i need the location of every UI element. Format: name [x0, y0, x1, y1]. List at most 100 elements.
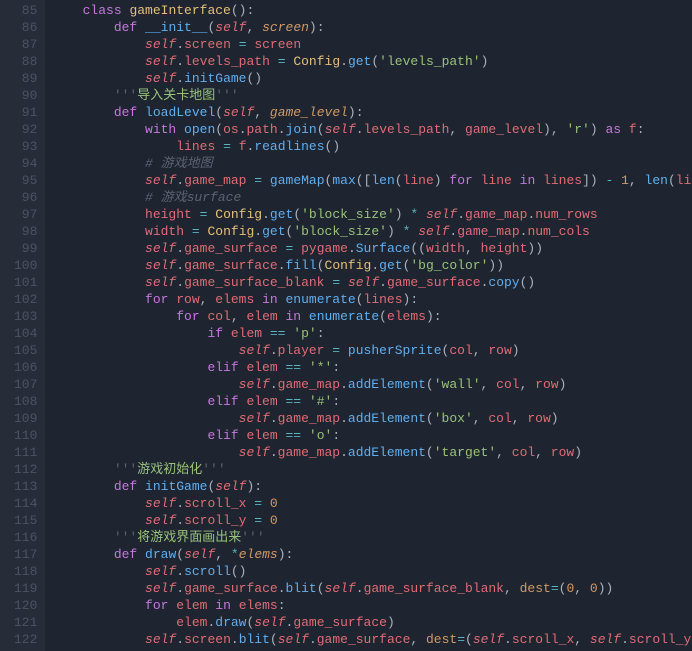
token-pn — [262, 326, 270, 341]
code-line[interactable]: def __init__(self, screen): — [51, 19, 692, 36]
line-number: 119 — [14, 580, 37, 597]
token-var: elems — [239, 598, 278, 613]
token-fn: copy — [488, 275, 519, 290]
token-var: col — [512, 445, 535, 460]
token-pn: . — [176, 564, 184, 579]
token-plain — [51, 377, 238, 392]
token-var: elem — [176, 615, 207, 630]
token-fn: addElement — [348, 411, 426, 426]
code-line[interactable]: self.screen.blit(self.game_surface, dest… — [51, 631, 692, 648]
line-number: 112 — [14, 461, 37, 478]
token-var: game_surface_blank — [364, 581, 504, 596]
token-pn: , — [254, 105, 270, 120]
token-pn — [301, 394, 309, 409]
token-plain — [51, 564, 145, 579]
code-line[interactable]: self.game_surface_blank = self.game_surf… — [51, 274, 692, 291]
code-line[interactable]: for elem in elems: — [51, 597, 692, 614]
code-line[interactable]: with open(os.path.join(self.levels_path,… — [51, 121, 692, 138]
code-line[interactable]: for row, elems in enumerate(lines): — [51, 291, 692, 308]
code-line[interactable]: self.game_map.addElement('wall', col, ro… — [51, 376, 692, 393]
code-area[interactable]: class gameInterface(): def __init__(self… — [45, 0, 692, 651]
token-pn: . — [239, 122, 247, 137]
code-line[interactable]: def initGame(self): — [51, 478, 692, 495]
token-kw: elif — [207, 428, 246, 443]
code-editor[interactable]: 8586878889909192939495969798991001011021… — [0, 0, 692, 651]
token-pn: : — [278, 598, 286, 613]
token-pn: . — [176, 241, 184, 256]
token-op: * — [410, 207, 418, 222]
token-plain — [51, 326, 207, 341]
code-line[interactable]: self.levels_path = Config.get('levels_pa… — [51, 53, 692, 70]
line-number: 92 — [14, 121, 37, 138]
code-line[interactable]: self.scroll_y = 0 — [51, 512, 692, 529]
token-pn: . — [270, 445, 278, 460]
code-line[interactable]: self.game_surface.blit(self.game_surface… — [51, 580, 692, 597]
code-line[interactable]: self.scroll() — [51, 563, 692, 580]
token-var: col — [496, 377, 519, 392]
code-line[interactable]: self.game_map.addElement('target', col, … — [51, 444, 692, 461]
token-pn: . — [262, 207, 270, 222]
token-var: row — [488, 343, 511, 358]
code-line[interactable]: '''导入关卡地图''' — [51, 87, 692, 104]
code-line[interactable]: elif elem == 'o': — [51, 427, 692, 444]
code-line[interactable]: self.game_surface.fill(Config.get('bg_co… — [51, 257, 692, 274]
line-number: 120 — [14, 597, 37, 614]
token-fn: fill — [286, 258, 317, 273]
token-pn — [192, 207, 200, 222]
code-line[interactable]: if elem == 'p': — [51, 325, 692, 342]
token-var: game_surface — [317, 632, 411, 647]
token-plain — [51, 105, 113, 120]
code-line[interactable]: # 游戏地图 — [51, 155, 692, 172]
code-line[interactable]: def draw(self, *elems): — [51, 546, 692, 563]
token-self: self — [145, 173, 176, 188]
line-number: 117 — [14, 546, 37, 563]
line-number: 102 — [14, 291, 37, 308]
token-var: screen — [254, 37, 301, 52]
line-number: 101 — [14, 274, 37, 291]
code-line[interactable]: class gameInterface(): — [51, 2, 692, 19]
token-pn: . — [356, 581, 364, 596]
code-line[interactable]: for col, elem in enumerate(elems): — [51, 308, 692, 325]
token-pn: . — [176, 54, 184, 69]
token-pn: (( — [410, 241, 426, 256]
code-line[interactable]: self.scroll_x = 0 — [51, 495, 692, 512]
token-var: lines — [364, 292, 403, 307]
token-op: = — [254, 513, 262, 528]
code-line[interactable]: '''将游戏界面画出来''' — [51, 529, 692, 546]
token-pn — [278, 309, 286, 324]
token-pn: ) — [559, 377, 567, 392]
code-line[interactable]: # 游戏surface — [51, 189, 692, 206]
code-line[interactable]: elif elem == '#': — [51, 393, 692, 410]
token-var: scroll_y — [629, 632, 691, 647]
token-pn — [340, 275, 348, 290]
token-pn: ( — [215, 122, 223, 137]
token-plain — [51, 615, 176, 630]
code-line[interactable]: '''游戏初始化''' — [51, 461, 692, 478]
token-pn: , — [574, 632, 590, 647]
code-line[interactable]: elif elem == '*': — [51, 359, 692, 376]
code-line[interactable]: self.screen = screen — [51, 36, 692, 53]
code-line[interactable]: width = Config.get('block_size') * self.… — [51, 223, 692, 240]
token-var: col — [449, 343, 472, 358]
token-param: game_level — [270, 105, 348, 120]
code-line[interactable]: self.game_map = gameMap(max([len(line) f… — [51, 172, 692, 189]
token-docq: ''' — [202, 462, 225, 477]
token-kw: if — [207, 326, 230, 341]
token-plain — [51, 462, 113, 477]
code-line[interactable]: lines = f.readlines() — [51, 138, 692, 155]
token-var: elem — [246, 360, 277, 375]
token-pn: , — [504, 581, 520, 596]
code-line[interactable]: self.game_surface = pygame.Surface((widt… — [51, 240, 692, 257]
line-number: 118 — [14, 563, 37, 580]
code-line[interactable]: elem.draw(self.game_surface) — [51, 614, 692, 631]
token-self: self — [278, 632, 309, 647]
code-line[interactable]: self.player = pusherSprite(col, row) — [51, 342, 692, 359]
code-line[interactable]: self.initGame() — [51, 70, 692, 87]
token-self: self — [426, 207, 457, 222]
token-var: game_surface — [184, 581, 278, 596]
token-pn: ): — [309, 20, 325, 35]
code-line[interactable]: height = Config.get('block_size') * self… — [51, 206, 692, 223]
token-op: == — [285, 428, 301, 443]
code-line[interactable]: self.game_map.addElement('box', col, row… — [51, 410, 692, 427]
code-line[interactable]: def loadLevel(self, game_level): — [51, 104, 692, 121]
